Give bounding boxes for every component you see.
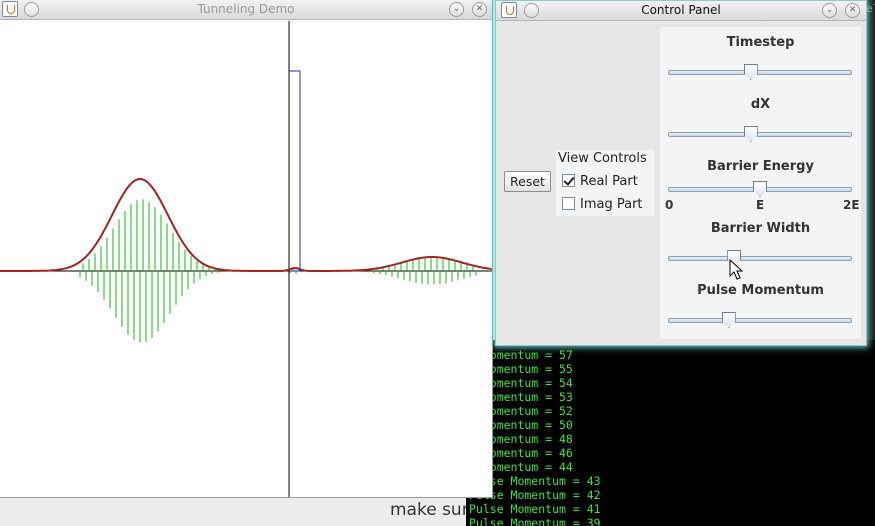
close-icon[interactable]: ✕ [472, 2, 487, 17]
barrier-energy-tick-2e: 2E [843, 198, 860, 212]
dx-label: dX [750, 97, 771, 112]
real-part-label: Real Part [580, 174, 638, 189]
barrier-energy-tick-zero: 0 [665, 198, 674, 212]
barrier-energy-label: Barrier Energy [707, 159, 814, 174]
imag-part-checkbox[interactable]: Imag Part [562, 197, 643, 212]
terminal-line: Pulse Momentum = 39 [469, 516, 601, 526]
dx-slider-track[interactable] [668, 132, 852, 137]
pulse-momentum-label: Pulse Momentum [697, 283, 824, 298]
imag-part-label: Imag Part [580, 197, 643, 212]
real-part-checkbox[interactable]: Real Part [562, 174, 638, 189]
tunneling-titlebar[interactable]: Tunneling Demo ⌄ ✕ [0, 0, 492, 20]
barrier-energy-tick-e: E [756, 198, 765, 212]
control-panel-window: Control Panel ⌄ ✕ Reset View Controls Re… [495, 0, 867, 346]
background-window-text: el [866, 2, 875, 15]
barrier-width-label: Barrier Width [710, 221, 811, 236]
minimize-icon[interactable]: ⌄ [449, 2, 464, 17]
barrier-width-slider-track[interactable] [668, 256, 852, 261]
probability-envelope [0, 177, 492, 272]
checkbox-checked-icon[interactable] [562, 174, 575, 187]
potential-barrier [289, 70, 301, 272]
background-document-text: make sur [390, 500, 469, 520]
checkbox-unchecked-icon[interactable] [562, 197, 575, 210]
pulse-momentum-slider-track[interactable] [668, 318, 852, 323]
background-window-edge [866, 0, 875, 340]
control-panel-title: Control Panel [641, 3, 721, 17]
close-icon[interactable]: ✕ [845, 3, 860, 18]
tunneling-window-title: Tunneling Demo [197, 2, 295, 16]
timestep-slider-track[interactable] [668, 70, 852, 75]
view-controls-title: View Controls [558, 151, 647, 166]
mouse-pointer-icon [729, 259, 743, 280]
minimize-icon[interactable]: ⌄ [822, 3, 837, 18]
timestep-label: Timestep [726, 35, 795, 50]
reset-button[interactable]: Reset [504, 171, 551, 192]
terminal-line: Pulse Momentum = 41 [469, 502, 601, 516]
terminal-window[interactable]: e Momentum = 57 e Momentum = 55 e Momentum… [466, 340, 875, 526]
wave-plot [0, 21, 492, 497]
tunneling-demo-window: Tunneling Demo ⌄ ✕ [0, 0, 493, 498]
control-panel-titlebar[interactable]: Control Panel ⌄ ✕ [496, 1, 866, 21]
